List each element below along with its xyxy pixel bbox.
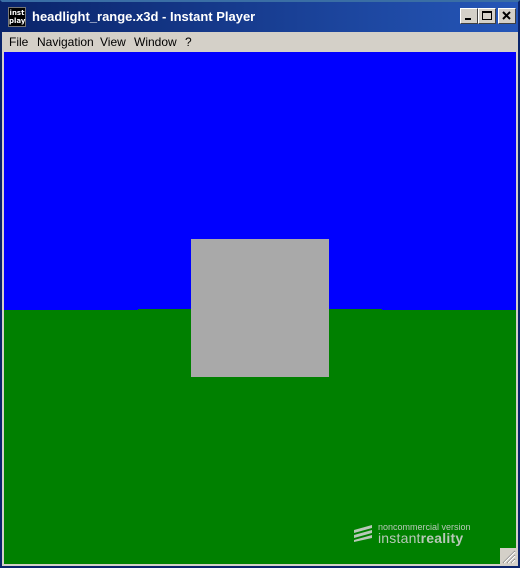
minimize-button[interactable] bbox=[460, 8, 478, 24]
resize-grip[interactable] bbox=[500, 548, 516, 564]
close-button[interactable] bbox=[498, 8, 516, 24]
resize-grip-icon bbox=[502, 550, 516, 564]
title-bar[interactable]: inst play headlight_range.x3d - Instant … bbox=[2, 2, 518, 32]
app-icon-text-bottom: play bbox=[9, 17, 26, 25]
app-window: inst play headlight_range.x3d - Instant … bbox=[0, 0, 520, 568]
app-icon[interactable]: inst play bbox=[8, 7, 26, 27]
maximize-button[interactable] bbox=[478, 8, 496, 24]
menu-help[interactable]: ? bbox=[185, 35, 192, 49]
watermark-brand-bold: reality bbox=[420, 530, 464, 546]
instantreality-watermark: noncommercial version instantreality bbox=[353, 522, 503, 546]
menu-navigation[interactable]: Navigation bbox=[37, 35, 94, 49]
watermark-brand: instantreality bbox=[378, 530, 463, 546]
menu-view[interactable]: View bbox=[100, 35, 126, 49]
gray-box bbox=[191, 239, 329, 377]
app-icon-text-top: inst bbox=[9, 9, 25, 17]
instantreality-logo-icon bbox=[354, 525, 372, 542]
menu-file[interactable]: File bbox=[9, 35, 28, 49]
menu-bar: File Navigation View Window ? bbox=[2, 32, 518, 52]
menu-window[interactable]: Window bbox=[134, 35, 177, 49]
close-icon bbox=[502, 11, 511, 20]
window-title: headlight_range.x3d - Instant Player bbox=[32, 9, 256, 24]
maximize-icon bbox=[482, 11, 492, 20]
minimize-icon bbox=[465, 18, 471, 20]
watermark-brand-light: instant bbox=[378, 530, 421, 546]
3d-viewport[interactable]: noncommercial version instantreality bbox=[4, 52, 516, 564]
